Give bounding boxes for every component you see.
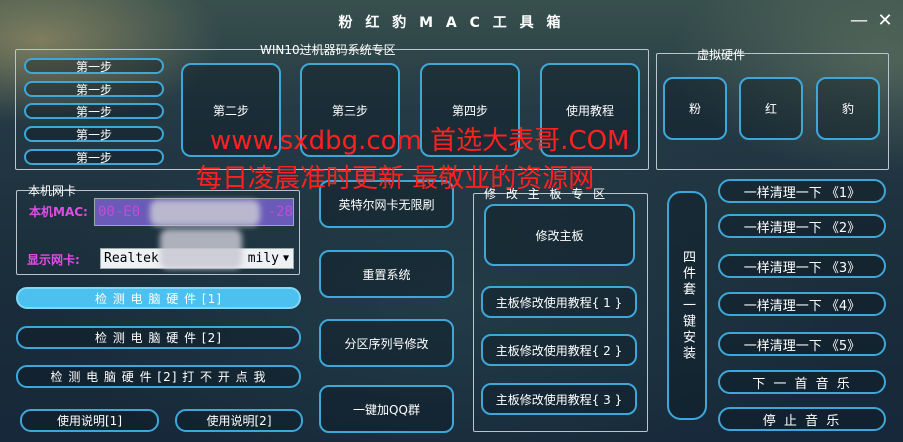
board-tutorial-3-button[interactable]: 主板修改使用教程{ 3 }: [481, 383, 637, 415]
chevron-down-icon[interactable]: ▼: [279, 253, 293, 264]
modify-board-button[interactable]: 修改主板: [484, 204, 635, 266]
mac-value-end: -28: [267, 204, 293, 220]
stop-music-button[interactable]: 停 止 音 乐: [718, 407, 886, 431]
detect-hardware-2-button[interactable]: 检 测 电 脑 硬 件 [2]: [16, 326, 301, 349]
help2-button[interactable]: 使用说明[2]: [175, 409, 303, 432]
step1-button-4[interactable]: 第一步: [24, 126, 164, 142]
watermark-line-2: 每日凌晨准时更新 最敬业的资源网: [196, 164, 595, 194]
board-tutorial-1-button[interactable]: 主板修改使用教程{ 1 }: [481, 286, 637, 318]
win10-group-title: WIN10过机器码系统专区: [260, 43, 396, 57]
detect-hardware-2-fallback-button[interactable]: 检 测 电 脑 硬 件 [2] 打 不 开 点 我: [16, 365, 301, 388]
clean-3-button[interactable]: 一样清理一下 《3》: [718, 254, 886, 278]
red-button[interactable]: 红: [739, 77, 803, 140]
virtual-hardware-title: 虚拟硬件: [697, 48, 746, 62]
board-tutorial-2-button[interactable]: 主板修改使用教程{ 2 }: [481, 334, 637, 366]
panther-button[interactable]: 豹: [816, 77, 880, 140]
clean-5-button[interactable]: 一样清理一下 《5》: [718, 332, 886, 356]
four-piece-install-button[interactable]: 四件套一键安装: [667, 191, 707, 420]
four-piece-install-label: 四件套一键安装: [680, 249, 695, 362]
clean-1-button[interactable]: 一样清理一下 《1》: [718, 179, 886, 203]
partition-serial-button[interactable]: 分区序列号修改: [319, 319, 454, 367]
mac-label: 本机MAC:: [29, 205, 88, 219]
clean-2-button[interactable]: 一样清理一下 《2》: [718, 214, 886, 238]
join-qq-group-button[interactable]: 一键加QQ群: [319, 385, 454, 433]
next-music-button[interactable]: 下 一 首 音 乐: [718, 370, 886, 394]
clean-4-button[interactable]: 一样清理一下 《4》: [718, 292, 886, 316]
mac-value-start: 00-E0: [98, 204, 141, 220]
step1-button-2[interactable]: 第一步: [24, 81, 164, 97]
redaction-blur: [150, 200, 260, 226]
pink-button[interactable]: 粉: [663, 77, 727, 140]
nic-label: 显示网卡:: [27, 253, 80, 267]
reset-system-button[interactable]: 重置系统: [319, 250, 454, 298]
nic-value-start: Realtek: [104, 251, 159, 266]
minimize-button[interactable]: —: [848, 10, 870, 31]
redaction-blur-2: [160, 229, 242, 269]
help1-button[interactable]: 使用说明[1]: [20, 409, 159, 432]
close-button[interactable]: ✕: [874, 10, 896, 31]
window-title: 粉 红 豹 M A C 工 具 箱: [338, 15, 565, 31]
nic-value-end: mily: [247, 251, 279, 266]
step1-button-5[interactable]: 第一步: [24, 149, 164, 165]
nic-group-title: 本机网卡: [28, 184, 77, 198]
step1-button-1[interactable]: 第一步: [24, 58, 164, 74]
step1-button-3[interactable]: 第一步: [24, 103, 164, 119]
watermark-line-1: www.sxdbg.com 首选大表哥.COM: [210, 126, 630, 156]
detect-hardware-1-button[interactable]: 检 测 电 脑 硬 件 [1]: [16, 287, 301, 309]
